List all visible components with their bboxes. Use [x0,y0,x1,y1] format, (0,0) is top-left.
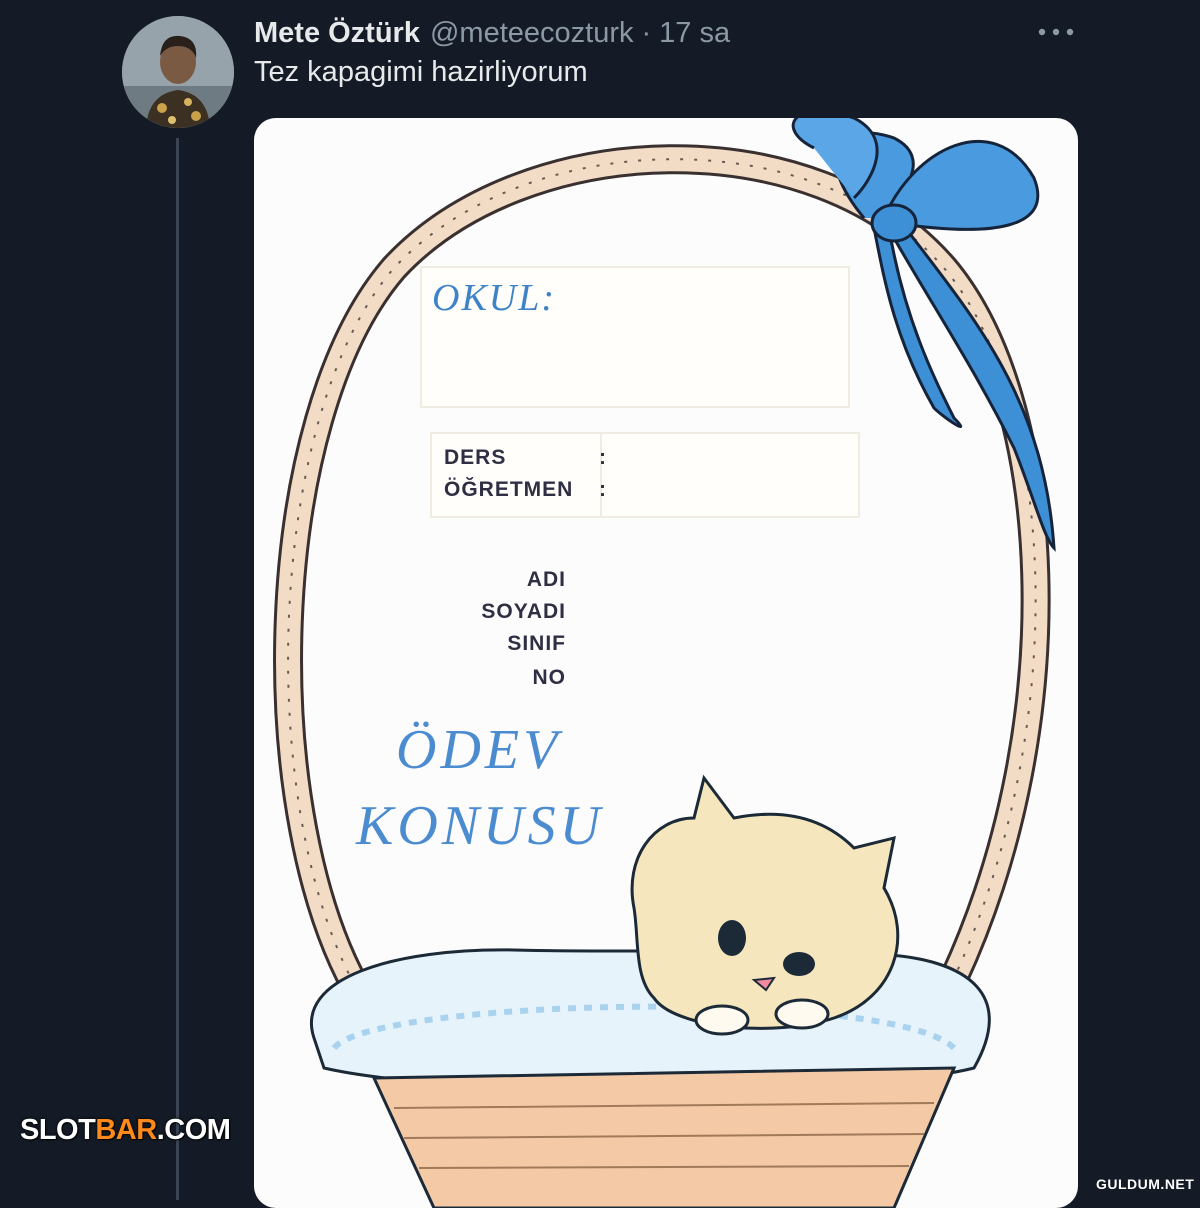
slotbar-watermark: SLOTBAR.COM [20,1114,231,1146]
okul-label: OKUL: [432,277,557,319]
avatar[interactable] [122,16,234,128]
display-name[interactable]: Mete Öztürk [254,17,420,50]
guldum-watermark: GULDUM.NET [1096,1176,1195,1192]
sinif-label: SINIF [507,632,566,655]
ogretmen-label: ÖĞRETMEN [444,478,574,501]
avatar-photo [122,16,234,128]
konusu-title: KONUSU [356,795,605,857]
soyadi-label: SOYADI [481,600,566,623]
ogretmen-colon: : [599,478,606,501]
thread-line [176,138,179,1200]
no-label: NO [532,666,566,689]
adi-label: ADI [526,568,566,591]
tweet-media-image[interactable]: OKUL: DERS : ÖĞRETMEN : ADI SOYADI SINIF… [254,118,1078,1208]
separator-dot: · [641,16,652,49]
odev-title: ÖDEV [396,719,562,781]
more-horizontal-icon[interactable] [1034,22,1078,42]
tweet-text: Tez kapagimi hazirliyorum [254,56,588,88]
user-handle[interactable]: @meteecozturk [430,17,634,50]
ders-label: DERS [444,446,507,469]
ders-field-box [430,432,860,518]
ders-divider [600,432,602,518]
ders-colon: : [599,446,606,469]
timestamp[interactable]: 17 sa [659,17,730,50]
tweet-header: Mete Öztürk @meteecozturk · 17 sa [254,12,730,54]
